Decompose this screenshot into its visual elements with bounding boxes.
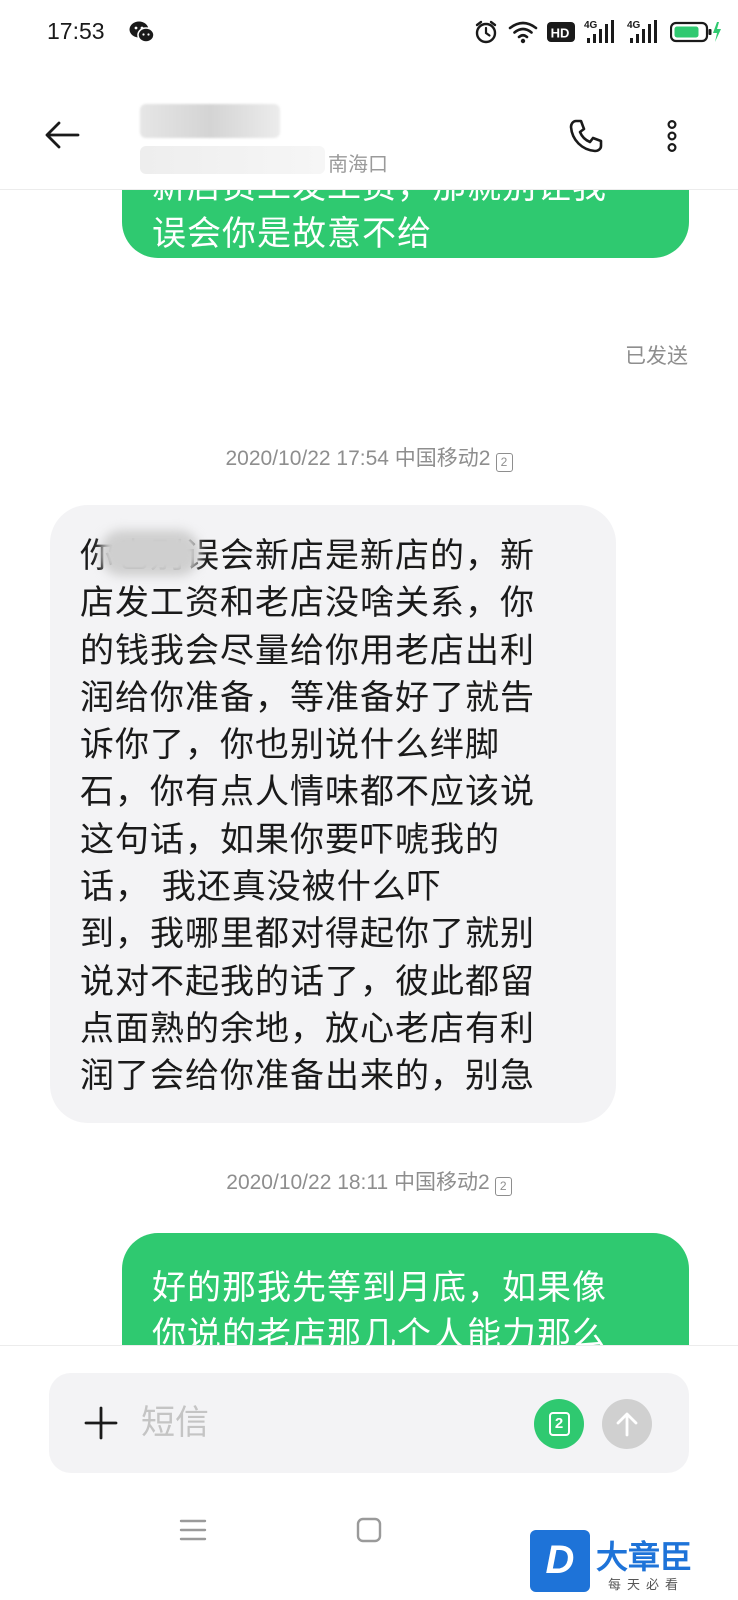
message-line: 润了会给你准备出来的，别急 (80, 1056, 535, 1097)
message-bubble-received[interactable]: 你也别误会新店是新店的，新 店发工资和老店没啥关系，你 的钱我会尽量给你用老店出… (50, 505, 616, 1123)
message-line: 说对不起我的话了，彼此都留 (80, 961, 535, 1002)
compose-box: 2 (49, 1373, 689, 1473)
send-button[interactable] (602, 1399, 652, 1449)
hd-icon: HD (547, 21, 575, 43)
contact-name-redacted (140, 104, 280, 138)
menu-icon (179, 1519, 207, 1541)
sim-card-icon: 2 (548, 1412, 570, 1436)
message-timestamp: 2020/10/22 18:11 中国移动2 2 (0, 1166, 738, 1196)
message-line: 点面熟的余地，放心老店有利 (80, 1008, 535, 1049)
status-time: 17:53 (47, 18, 105, 44)
watermark: D 大章臣 每天必看 (530, 1530, 738, 1600)
message-list[interactable]: 新店员工发工资，那就别让我 误会你是故意不给 已发送 2020/10/22 17… (0, 190, 738, 1345)
message-line: 误会你是故意不给 (152, 214, 432, 255)
message-line: 的钱我会尽量给你用老店出利 (80, 630, 535, 671)
more-options-button[interactable] (652, 114, 692, 158)
message-line: 这句话，如果你要吓唬我的 (80, 819, 500, 860)
message-line: 话， 我还真没被什么吓 (80, 867, 442, 908)
back-button[interactable] (40, 113, 84, 157)
svg-text:4G: 4G (584, 20, 598, 31)
message-line: 到，我哪里都对得起你了就别 (80, 914, 535, 955)
svg-text:HD: HD (551, 26, 570, 41)
message-line: 石，你有点人情味都不应该说 (80, 772, 535, 813)
back-arrow-icon (45, 121, 80, 149)
redaction-blur (100, 530, 200, 576)
message-line: 润给你准备，等准备好了就告 (80, 677, 535, 718)
phone-icon (569, 119, 603, 153)
recents-button[interactable] (176, 1513, 210, 1547)
watermark-slogan: 每天必看 (608, 1578, 685, 1593)
message-bubble-sent[interactable]: 好的那我先等到月底，如果像 你说的老店那几个人能力那么 (122, 1233, 689, 1345)
message-line: 店发工资和老店没啥关系，你 (80, 583, 535, 624)
wechat-icon (129, 20, 155, 48)
svg-text:4G: 4G (627, 20, 641, 31)
sent-status: 已发送 (625, 344, 688, 368)
alarm-icon (473, 19, 499, 45)
message-bubble-sent[interactable]: 新店员工发工资，那就别让我 误会你是故意不给 (122, 190, 689, 258)
plus-icon (84, 1406, 118, 1440)
status-bar: 17:53 HD 4G 4G (0, 0, 738, 68)
timestamp-text: 2020/10/22 17:54 中国移动2 (225, 447, 491, 470)
call-button[interactable] (564, 114, 608, 158)
add-attachment-button[interactable] (79, 1401, 123, 1445)
message-input[interactable] (141, 1399, 521, 1447)
conversation-header: 南海口 (0, 68, 738, 190)
more-vertical-icon (667, 120, 677, 152)
timestamp-text: 2020/10/22 18:11 中国移动2 (226, 1171, 490, 1194)
contact-number-redacted (140, 146, 325, 174)
watermark-logo: D (530, 1530, 590, 1592)
message-line: 你说的老店那几个人能力那么 (152, 1315, 607, 1345)
sim-card-icon: 2 (495, 453, 513, 472)
compose-bar: 2 (0, 1345, 738, 1475)
message-line: 新店员工发工资，那就别让我 (152, 190, 689, 211)
message-line: 好的那我先等到月底，如果像 (152, 1268, 607, 1308)
square-icon (356, 1517, 382, 1543)
message-line: 诉你了，你也别说什么绊脚 (80, 725, 500, 766)
status-icons: HD 4G 4G (473, 18, 722, 46)
sim-card-icon: 2 (494, 1177, 512, 1196)
arrow-up-icon (616, 1412, 638, 1437)
signal-4g-icon: 4G (627, 19, 661, 45)
wifi-icon (508, 20, 538, 44)
contact-location: 南海口 (328, 152, 388, 176)
home-button[interactable] (352, 1513, 386, 1547)
battery-icon (670, 20, 722, 44)
signal-4g-icon: 4G (584, 19, 618, 45)
sim-select-button[interactable]: 2 (534, 1399, 584, 1449)
watermark-name: 大章臣 (596, 1538, 693, 1576)
message-timestamp: 2020/10/22 17:54 中国移动2 2 (0, 442, 738, 472)
